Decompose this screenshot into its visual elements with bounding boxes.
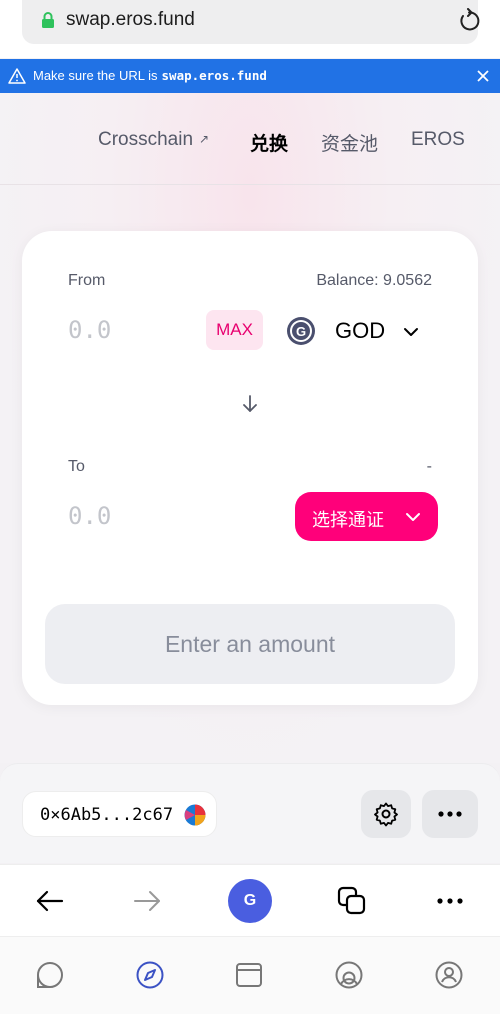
banner-message: Make sure the URL is swap.eros.fund (33, 68, 267, 83)
select-token-label: 选择通证 (312, 510, 384, 530)
more-dots-icon[interactable] (434, 885, 466, 917)
more-dots-icon (438, 811, 462, 817)
reload-icon[interactable] (456, 8, 482, 34)
from-token-name: GOD (335, 318, 386, 343)
warning-icon (8, 68, 26, 84)
top-nav: Crosschain ↗ 兑换 资金池 EROS (0, 93, 500, 185)
max-button[interactable]: MAX (206, 310, 263, 350)
from-token-select[interactable]: G GOD (286, 311, 426, 351)
profile-icon[interactable] (434, 960, 464, 990)
banner-url: swap.eros.fund (161, 68, 267, 83)
god-token-logo: G (287, 317, 315, 345)
wallet-avatar-icon (184, 804, 206, 826)
nav-swap[interactable]: 兑换 (250, 129, 288, 156)
banner-text: Make sure the URL is (33, 68, 158, 83)
tabs-icon[interactable] (336, 885, 368, 917)
chevron-down-icon (406, 513, 420, 521)
from-balance: Balance: 9.0562 (316, 272, 432, 289)
settings-button[interactable] (361, 790, 411, 838)
lock-icon (42, 12, 54, 28)
address-bar[interactable]: swap.eros.fund (22, 0, 480, 44)
swap-direction-arrow-icon[interactable] (240, 393, 260, 415)
select-token-button[interactable]: 选择通证 (295, 492, 438, 541)
more-options-button[interactable] (422, 790, 478, 838)
close-icon[interactable] (474, 67, 492, 85)
nav-eros[interactable]: EROS (411, 129, 465, 151)
profile-avatar[interactable]: G (228, 879, 272, 923)
nav-crosschain-label: Crosschain (98, 129, 194, 150)
nav-pool[interactable]: 资金池 (321, 129, 378, 156)
browser-nav-bar: G (0, 864, 500, 936)
to-label: To (68, 458, 85, 475)
chevron-down-icon (404, 328, 418, 336)
external-link-icon: ↗ (199, 132, 210, 146)
to-balance: - (426, 458, 432, 475)
to-amount-input[interactable] (68, 498, 188, 534)
compass-icon[interactable] (135, 960, 165, 990)
swap-card: From Balance: 9.0562 MAX G GOD To - 选择通证… (22, 231, 478, 705)
browser-top-bar: swap.eros.fund (0, 0, 500, 58)
from-amount-input[interactable] (68, 312, 188, 348)
url-text[interactable]: swap.eros.fund (66, 9, 195, 31)
wallet-address: 0×6Ab5...2c67 (40, 805, 174, 825)
url-warning-banner: Make sure the URL is swap.eros.fund (0, 59, 500, 93)
bottom-tab-bar (0, 936, 500, 1014)
gear-icon (374, 802, 398, 827)
rewards-icon[interactable] (334, 960, 364, 990)
browser-window-icon[interactable] (234, 960, 264, 990)
enter-amount-button[interactable]: Enter an amount (45, 604, 455, 684)
wallet-address-chip[interactable]: 0×6Ab5...2c67 (22, 791, 217, 837)
chat-bubble-icon[interactable] (35, 960, 65, 990)
nav-crosschain[interactable]: Crosschain ↗ (98, 129, 209, 151)
svg-text:G: G (296, 324, 306, 339)
from-label: From (68, 272, 106, 289)
back-arrow-icon[interactable] (34, 885, 66, 917)
forward-arrow-icon[interactable] (131, 885, 163, 917)
